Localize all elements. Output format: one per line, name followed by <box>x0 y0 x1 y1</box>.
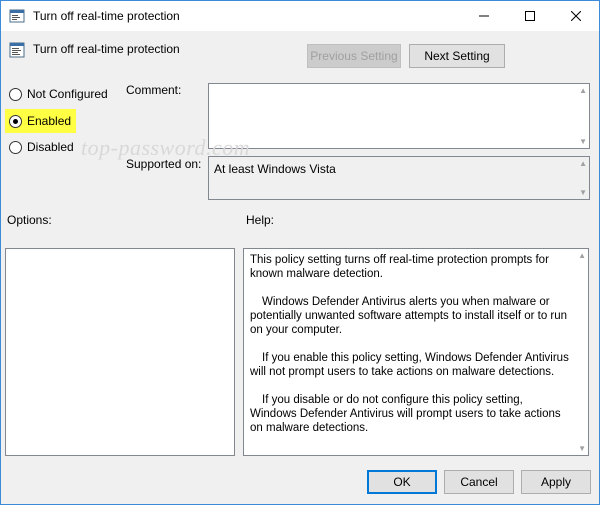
cancel-button[interactable]: Cancel <box>444 470 514 494</box>
minimize-button[interactable] <box>461 1 507 31</box>
radio-button[interactable] <box>9 87 22 101</box>
scroll-down-icon[interactable]: ▼ <box>578 444 586 453</box>
radio-button[interactable] <box>9 140 22 154</box>
help-paragraph: Windows Defender Antivirus alerts you wh… <box>250 296 568 336</box>
next-setting-button[interactable]: Next Setting <box>409 44 505 68</box>
radio-label-not-configured: Not Configured <box>27 87 108 101</box>
scroll-up-icon[interactable]: ▲ <box>579 86 587 95</box>
scroll-down-icon[interactable]: ▼ <box>579 188 587 197</box>
supported-on-value: At least Windows Vista <box>214 162 336 176</box>
radio-not-configured[interactable]: Not Configured <box>9 85 108 103</box>
minimize-icon <box>479 15 489 17</box>
scroll-down-icon[interactable]: ▼ <box>579 137 587 146</box>
previous-setting-button[interactable]: Previous Setting <box>307 44 401 68</box>
maximize-icon <box>525 11 535 21</box>
policy-setting-icon <box>9 42 25 58</box>
radio-button-checked[interactable] <box>9 114 22 128</box>
policy-dialog-window: Turn off real-time protection Turn off r… <box>0 0 600 505</box>
policy-icon <box>9 9 25 23</box>
apply-button[interactable]: Apply <box>521 470 591 494</box>
ok-button[interactable]: OK <box>367 470 437 494</box>
help-text: This policy setting turns off real-time … <box>250 253 570 449</box>
help-label: Help: <box>246 213 275 227</box>
help-paragraph: If you disable or do not configure this … <box>250 394 561 434</box>
close-button[interactable] <box>553 1 599 31</box>
radio-label-enabled: Enabled <box>27 114 72 128</box>
help-paragraph: This policy setting turns off real-time … <box>250 254 549 280</box>
radio-label-disabled: Disabled <box>27 140 74 154</box>
scroll-up-icon[interactable]: ▲ <box>579 159 587 168</box>
comment-label: Comment: <box>126 83 182 97</box>
radio-enabled[interactable]: Enabled <box>9 112 71 130</box>
maximize-button[interactable] <box>507 1 553 31</box>
supported-on-label: Supported on: <box>126 157 202 171</box>
comment-field[interactable]: ▲ ▼ <box>208 83 590 149</box>
title-bar[interactable]: Turn off real-time protection <box>1 1 599 31</box>
close-icon <box>571 11 581 21</box>
options-label: Options: <box>7 213 52 227</box>
radio-disabled[interactable]: Disabled <box>9 138 74 156</box>
supported-on-field: At least Windows Vista ▲ ▼ <box>208 156 590 200</box>
scroll-up-icon[interactable]: ▲ <box>578 251 586 260</box>
policy-name: Turn off real-time protection <box>33 42 180 56</box>
options-panel[interactable] <box>5 248 235 456</box>
help-panel[interactable]: This policy setting turns off real-time … <box>243 248 589 456</box>
window-title: Turn off real-time protection <box>33 9 180 23</box>
help-paragraph: If you enable this policy setting, Windo… <box>250 352 569 378</box>
